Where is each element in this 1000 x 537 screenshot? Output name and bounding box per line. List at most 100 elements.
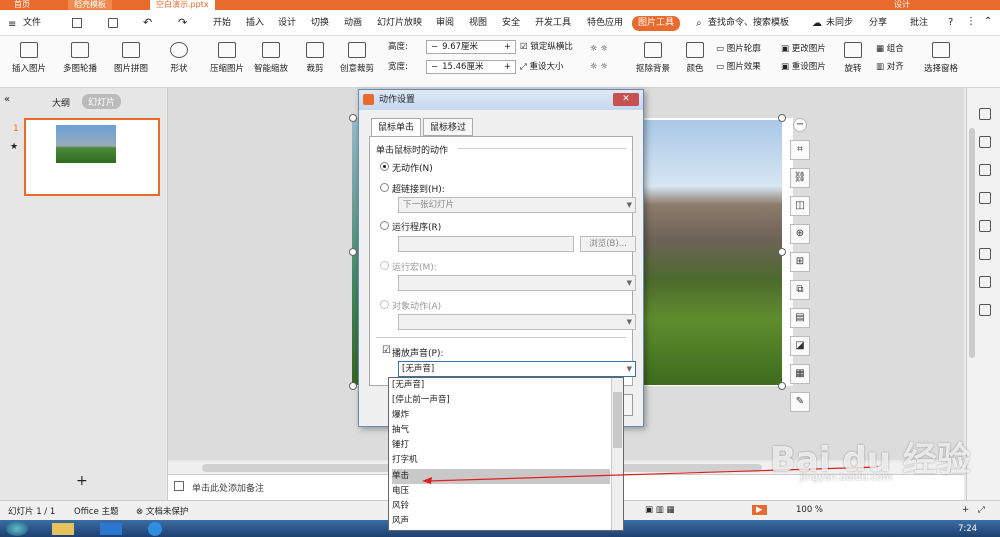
change-picture-button[interactable]: ▣ 更改图片 — [781, 42, 826, 56]
shape-icon[interactable] — [979, 136, 991, 148]
chart-icon[interactable] — [979, 248, 991, 260]
view-normal-icon[interactable]: ▣ ▥ ▦ — [645, 505, 675, 515]
compress-picture-button[interactable]: 压缩图片 — [204, 40, 250, 74]
list-item[interactable]: 锤打 — [392, 438, 610, 453]
browser-icon[interactable] — [148, 522, 162, 536]
width-value[interactable]: 15.46厘米 — [442, 62, 483, 72]
list-item[interactable]: [停止前一声音] — [392, 393, 610, 408]
edit-icon[interactable]: ✎ — [790, 392, 810, 412]
picture-effect-button[interactable]: ▭ 图片效果 — [716, 60, 761, 74]
fit-icon[interactable]: ⊞ — [790, 252, 810, 272]
rotate-button[interactable]: 旋转 — [830, 40, 876, 74]
paste-icon[interactable]: ▤ — [790, 308, 810, 328]
tab-home[interactable]: 首页 — [8, 0, 36, 10]
menu-developer[interactable]: 开发工具 — [532, 16, 574, 31]
list-item[interactable]: 爆炸 — [392, 408, 610, 423]
list-scroll-thumb[interactable] — [613, 392, 622, 448]
plus-icon[interactable]: + — [504, 61, 511, 73]
split-icon[interactable]: ◫ — [790, 196, 810, 216]
menu-insert[interactable]: 插入 — [243, 16, 267, 31]
crop-button[interactable]: 裁剪 — [292, 40, 338, 74]
height-stepper[interactable]: −9.67厘米 + — [426, 40, 516, 54]
group-button[interactable]: ▦ 组合 — [876, 42, 904, 56]
crop-icon[interactable]: ⌗ — [790, 140, 810, 160]
list-item[interactable]: 风铃 — [392, 499, 610, 514]
label-hyperlink[interactable]: 超链接到(H): — [392, 182, 445, 195]
menu-picture-tools[interactable]: 图片工具 — [632, 16, 681, 31]
collapse-icon[interactable]: − — [793, 118, 807, 132]
print-icon[interactable] — [108, 18, 118, 28]
sound-dropdown-list[interactable]: [无声音] [停止前一声音] 爆炸 抽气 锤打 打字机 单击 电压 风铃 风声 — [388, 377, 624, 531]
menu-features[interactable]: 特色应用 — [584, 16, 626, 31]
selected-picture[interactable] — [642, 120, 782, 385]
protect-status[interactable]: ⊗ 文档未保护 — [136, 505, 188, 517]
menu-design[interactable]: 设计 — [275, 16, 299, 31]
hyperlink-select[interactable]: 下一张幻灯片 ▼ — [398, 197, 636, 213]
play-icon[interactable]: ▶ — [752, 505, 767, 515]
link-icon[interactable]: ⛓ — [790, 168, 810, 188]
search-icon[interactable]: ⌕ — [696, 18, 702, 29]
menu-security[interactable]: 安全 — [499, 16, 523, 31]
brightness-icon[interactable]: ☼ ☼ — [590, 42, 608, 56]
radio-no-action[interactable] — [380, 162, 389, 171]
save-icon[interactable] — [72, 18, 82, 28]
close-icon[interactable]: ✕ — [613, 93, 639, 106]
list-item[interactable]: [无声音] — [392, 378, 610, 393]
tab-template[interactable]: 稻壳模板 — [68, 0, 112, 10]
color-button[interactable]: 颜色 — [672, 40, 718, 74]
resize-handle[interactable] — [349, 382, 357, 390]
smart-zoom-button[interactable]: 智能缩放 — [248, 40, 294, 74]
reset-size-button[interactable]: ⤢ 重设大小 — [520, 60, 564, 74]
insert-picture-button[interactable]: 插入图片 — [6, 40, 52, 74]
comment-button[interactable]: 批注 — [907, 16, 931, 31]
selection-pane-button[interactable]: 选择窗格 — [918, 40, 964, 74]
menu-file[interactable]: 文件 — [20, 16, 44, 31]
dialog-title-bar[interactable]: 动作设置 ✕ — [359, 90, 643, 110]
help-icon[interactable]: ? — [948, 17, 953, 28]
multi-picture-button[interactable]: 多图轮播 — [57, 40, 103, 74]
resize-handle[interactable] — [778, 114, 786, 122]
folder-icon[interactable] — [52, 523, 74, 535]
hamburger-icon[interactable]: ≡ — [8, 19, 16, 30]
zoom-icon[interactable]: ⊕ — [790, 224, 810, 244]
contrast-icon[interactable]: ☼ ☼ — [590, 60, 608, 74]
account-label[interactable]: 设计 — [888, 0, 916, 10]
menu-transition[interactable]: 切换 — [308, 16, 332, 31]
resize-handle[interactable] — [778, 382, 786, 390]
reset-picture-button[interactable]: ▣ 重设图片 — [781, 60, 826, 74]
label-play-sound[interactable]: 播放声音(P): — [392, 346, 443, 359]
browse-button[interactable]: 浏览(B)... — [580, 236, 636, 252]
copy-icon[interactable]: ⧉ — [790, 280, 810, 300]
collapse-panel-icon[interactable]: « — [4, 94, 10, 105]
radio-run-program[interactable] — [380, 221, 389, 230]
collapse-ribbon-icon[interactable]: ⌃ — [984, 16, 992, 27]
creative-crop-button[interactable]: 创意裁剪 — [334, 40, 380, 74]
program-path-input[interactable] — [398, 236, 574, 252]
label-run-program[interactable]: 运行程序(R) — [392, 220, 441, 233]
tab-mouse-over[interactable]: 鼠标移过 — [423, 118, 474, 136]
slide-thumbnail[interactable] — [24, 118, 160, 196]
list-item[interactable]: 风声 — [392, 514, 610, 529]
list-scrollbar[interactable] — [611, 378, 623, 530]
animation-icon[interactable] — [979, 192, 991, 204]
resize-handle[interactable] — [349, 114, 357, 122]
minus-icon[interactable]: − — [427, 62, 442, 72]
list-item[interactable]: 抽气 — [392, 423, 610, 438]
notes-placeholder[interactable]: 单击此处添加备注 — [192, 481, 264, 494]
undo-icon[interactable]: ↶ — [143, 16, 152, 29]
command-search[interactable]: 查找命令、搜索模板 — [705, 16, 792, 31]
zoom-in-icon[interactable]: + — [962, 505, 969, 515]
list-item[interactable]: 电压 — [392, 484, 610, 499]
tab-outline[interactable]: 大纲 — [52, 96, 70, 109]
menu-home[interactable]: 开始 — [210, 16, 234, 31]
style-icon[interactable] — [979, 164, 991, 176]
label-no-action[interactable]: 无动作(N) — [392, 161, 433, 174]
resize-handle[interactable] — [349, 248, 357, 256]
tab-document[interactable]: 空白演示.pptx — [150, 0, 215, 10]
remove-background-button[interactable]: 抠除背景 — [630, 40, 676, 74]
width-stepper[interactable]: −15.46厘米 + — [426, 60, 516, 74]
app-icon[interactable] — [100, 523, 122, 535]
height-value[interactable]: 9.67厘米 — [442, 42, 478, 52]
minus-icon[interactable]: − — [427, 42, 442, 52]
more-icon[interactable]: ⋮ — [966, 16, 976, 27]
